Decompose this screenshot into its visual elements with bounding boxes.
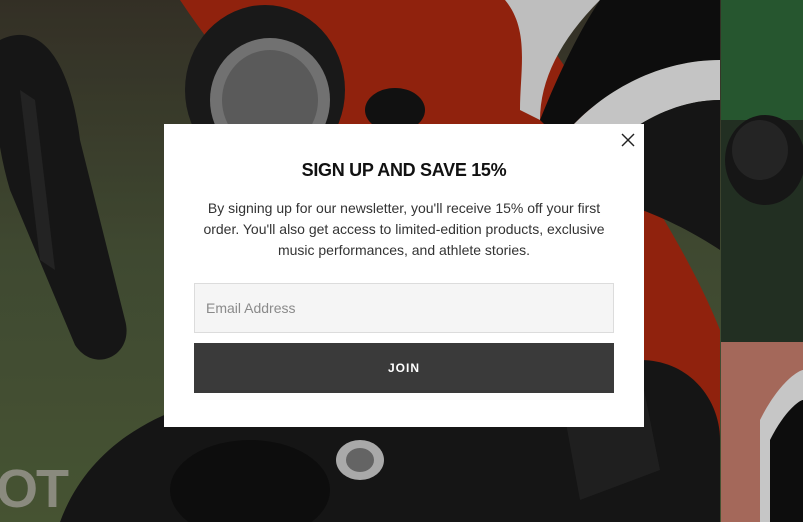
modal-title: SIGN UP AND SAVE 15% [301,160,507,180]
close-button[interactable] [619,131,637,149]
newsletter-signup-modal: SIGN UP AND SAVE 15% By signing up for o… [164,124,644,427]
email-field[interactable] [194,283,614,333]
join-button[interactable]: JOIN [194,343,614,393]
close-icon [621,133,635,147]
page: OT SIGN UP AND SAVE 15% By signing up fo… [0,0,803,522]
hero-caption-text: OT [0,459,69,519]
modal-description: By signing up for our newsletter, you'll… [203,200,605,258]
